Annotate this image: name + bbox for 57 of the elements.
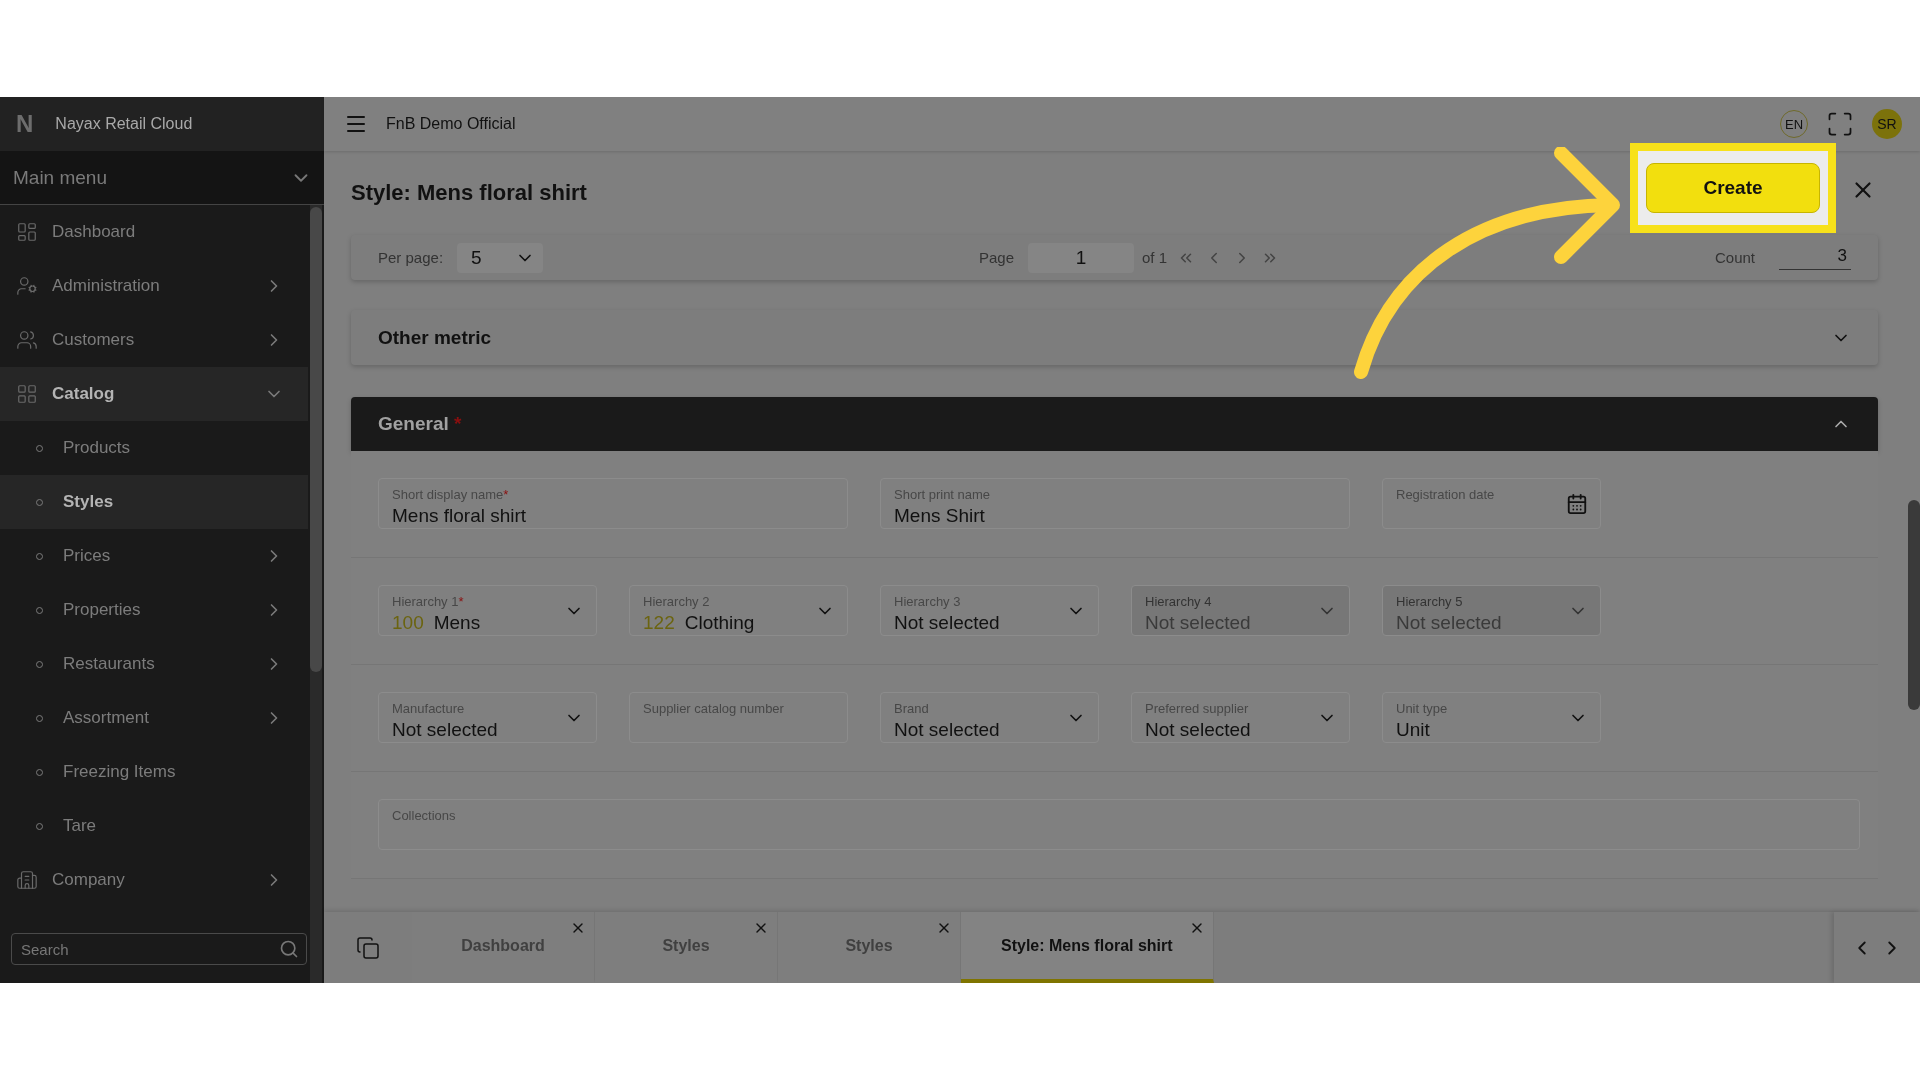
scrollbar[interactable] [310, 205, 322, 983]
count-value: 3 [1779, 245, 1851, 270]
per-page-select[interactable]: 5 [457, 242, 544, 273]
input-field[interactable]: Short display name* Mens floral shirt [378, 478, 848, 529]
scrollbar[interactable] [1908, 500, 1920, 710]
logo: N [16, 110, 34, 138]
page-input[interactable]: 1 [1028, 242, 1134, 273]
sidebar-item[interactable]: Tare [0, 799, 308, 853]
page-total: of 1 [1142, 249, 1168, 266]
select-field[interactable]: Unit type Unit [1382, 692, 1601, 743]
sidebar-item[interactable]: Styles [0, 475, 308, 529]
date-field[interactable]: Registration date [1382, 478, 1601, 529]
section-header[interactable]: General * [351, 397, 1878, 451]
workspace-name: FnB Demo Official [386, 115, 517, 133]
count-label: Count [1714, 249, 1755, 266]
page-label: Page [978, 249, 1014, 266]
page-title: Style: Mens floral shirt [351, 180, 587, 206]
users-icon [16, 329, 38, 351]
select-field[interactable]: Manufacture Not selected [378, 692, 597, 743]
sidebar-item[interactable]: Administration [0, 259, 308, 313]
sidebar-item[interactable]: Assortment [0, 691, 308, 745]
sidebar-item[interactable]: Customers [0, 313, 308, 367]
per-page-label: Per page: [378, 249, 444, 266]
user-avatar[interactable]: SR [1872, 109, 1902, 139]
search-icon [279, 939, 299, 959]
input-field[interactable]: Supplier catalog number [629, 692, 848, 743]
select-field[interactable]: Brand Not selected [880, 692, 1099, 743]
calendar-icon [1566, 492, 1588, 515]
tab[interactable]: Style: Mens floral shirt [961, 912, 1214, 983]
section-header[interactable]: Other metric [351, 310, 1878, 365]
user-gear-icon [16, 275, 38, 297]
building-icon [16, 869, 38, 891]
select-field[interactable]: Hierarchy 1* 100 Mens [378, 585, 597, 636]
tab[interactable]: Styles [595, 912, 778, 983]
dashboard-icon [16, 221, 38, 243]
main-menu-header[interactable]: Main menu [0, 151, 324, 205]
create-button[interactable]: Create [1646, 163, 1820, 213]
sidebar-item[interactable]: Products [0, 421, 308, 475]
tab[interactable]: Dashboard [412, 912, 595, 983]
fullscreen-icon[interactable] [1826, 110, 1854, 138]
sidebar-item[interactable]: Dashboard [0, 205, 308, 259]
sidebar-item[interactable]: Restaurants [0, 637, 308, 691]
sidebar-item[interactable]: Company [0, 853, 308, 907]
windows-icon[interactable] [356, 935, 380, 960]
input-field[interactable]: Collections [378, 799, 1860, 850]
sidebar-item[interactable]: Properties [0, 583, 308, 637]
sidebar-item[interactable]: Freezing Items [0, 745, 308, 799]
select-field[interactable]: Hierarchy 3 Not selected [880, 585, 1099, 636]
select-field[interactable]: Preferred supplier Not selected [1131, 692, 1350, 743]
sidebar-item[interactable]: Prices [0, 529, 308, 583]
grid-icon [16, 383, 38, 405]
search-field[interactable]: Search [11, 933, 307, 965]
input-field[interactable]: Short print name Mens Shirt [880, 478, 1350, 529]
tab[interactable]: Styles [778, 912, 961, 983]
sidebar-item[interactable]: Catalog [0, 367, 308, 421]
select-field[interactable]: Hierarchy 2 122 Clothing [629, 585, 848, 636]
app-name: Nayax Retail Cloud [55, 115, 193, 133]
